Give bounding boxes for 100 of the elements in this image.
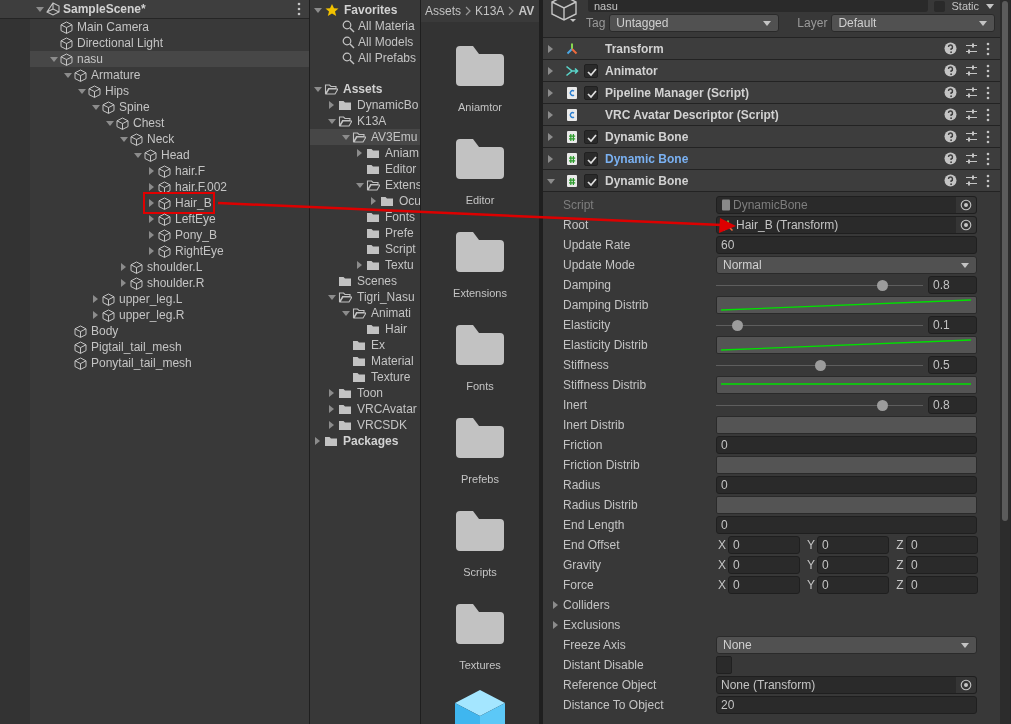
number-field[interactable]: 0 — [906, 576, 978, 594]
sliders-icon[interactable] — [965, 86, 978, 99]
number-field[interactable]: 0 — [728, 576, 800, 594]
favorite-item[interactable]: All Prefabs — [310, 50, 420, 66]
scrollbar-thumb[interactable] — [1002, 1, 1008, 521]
dropdown[interactable]: Default — [831, 13, 995, 32]
target-icon[interactable] — [960, 199, 972, 211]
tree-row[interactable]: Editor — [310, 161, 420, 177]
number-field[interactable]: 0 — [817, 556, 889, 574]
tree-row[interactable]: Scenes — [310, 273, 420, 289]
number-field[interactable]: 0 — [716, 516, 977, 534]
number-field[interactable]: 0 — [716, 476, 977, 494]
help-icon[interactable] — [944, 174, 957, 187]
tree-row[interactable]: Tigri_Nasu — [310, 289, 420, 305]
dropdown[interactable]: None — [716, 636, 977, 654]
tree-row[interactable]: Body — [30, 323, 309, 339]
help-icon[interactable] — [944, 86, 957, 99]
tree-row[interactable]: K13A — [310, 113, 420, 129]
number-field[interactable]: 0 — [817, 536, 889, 554]
name-field[interactable]: nasu — [588, 0, 929, 12]
sliders-icon[interactable] — [965, 64, 978, 77]
tree-row[interactable]: RightEye — [30, 243, 309, 259]
kebab-menu-icon[interactable] — [986, 63, 990, 78]
curve-field[interactable] — [716, 496, 977, 514]
tree-row[interactable]: Assets — [310, 81, 420, 97]
tree-row[interactable]: Packages — [310, 433, 420, 449]
favorite-item[interactable]: All Models — [310, 34, 420, 50]
folder-icon[interactable] — [455, 510, 505, 552]
tree-row[interactable]: Chest — [30, 115, 309, 131]
number-field[interactable]: 0 — [906, 556, 978, 574]
kebab-menu-icon[interactable] — [986, 129, 990, 144]
checkbox[interactable] — [584, 63, 598, 78]
tree-row[interactable]: Hair_B — [30, 195, 309, 211]
curve-field[interactable] — [716, 336, 977, 354]
tree-row[interactable]: Spine — [30, 99, 309, 115]
tree-row[interactable]: Ponytail_tail_mesh — [30, 355, 309, 371]
tree-row[interactable]: DynamicBo — [310, 97, 420, 113]
tree-row[interactable]: nasu — [30, 51, 309, 67]
tree-row[interactable]: Texture — [310, 369, 420, 385]
number-field[interactable]: 0 — [716, 436, 977, 454]
folder-icon[interactable] — [455, 231, 505, 273]
kebab-menu-icon[interactable] — [986, 107, 990, 122]
number-field[interactable]: 0.8 — [928, 396, 977, 414]
checkbox[interactable] — [716, 656, 732, 674]
tree-row[interactable]: upper_leg.R — [30, 307, 309, 323]
checkbox[interactable] — [584, 85, 598, 100]
sliders-icon[interactable] — [965, 130, 978, 143]
tree-row[interactable]: Hips — [30, 83, 309, 99]
help-icon[interactable] — [944, 42, 957, 55]
breadcrumb-link[interactable]: Assets — [425, 4, 461, 18]
slider-thumb[interactable] — [876, 400, 888, 411]
component-header[interactable]: Animator — [543, 60, 1000, 82]
tree-row[interactable]: Head — [30, 147, 309, 163]
kebab-menu-icon[interactable] — [986, 85, 990, 100]
curve-field[interactable] — [716, 456, 977, 474]
folder-icon[interactable] — [455, 417, 505, 459]
tree-row[interactable]: Textu — [310, 257, 420, 273]
folder-icon[interactable] — [455, 45, 505, 87]
tree-row[interactable]: hair.F.002 — [30, 179, 309, 195]
favorite-item[interactable]: All Materia — [310, 18, 420, 34]
kebab-menu-icon[interactable] — [986, 41, 990, 56]
tree-row[interactable]: Directional Light — [30, 35, 309, 51]
help-icon[interactable] — [944, 152, 957, 165]
kebab-menu-icon[interactable] — [986, 173, 990, 188]
object-cube-icon[interactable] — [551, 0, 579, 24]
folder-icon[interactable] — [455, 603, 505, 645]
number-field[interactable]: 0 — [728, 536, 800, 554]
checkbox[interactable] — [584, 151, 598, 166]
tree-row[interactable]: Ex — [310, 337, 420, 353]
number-field[interactable]: 0 — [817, 576, 889, 594]
checkbox[interactable] — [584, 129, 598, 144]
number-field[interactable]: 60 — [716, 236, 977, 254]
breadcrumb-link[interactable]: AV — [518, 4, 535, 18]
component-header[interactable]: Transform — [543, 38, 1000, 60]
tree-row[interactable]: Hair — [310, 321, 420, 337]
curve-field[interactable] — [716, 416, 977, 434]
tree-row[interactable]: Neck — [30, 131, 309, 147]
tree-row[interactable]: shoulder.L — [30, 259, 309, 275]
tree-row[interactable]: hair.F — [30, 163, 309, 179]
sliders-icon[interactable] — [965, 174, 978, 187]
tree-row[interactable]: Aniam — [310, 145, 420, 161]
tree-row[interactable]: Fonts — [310, 209, 420, 225]
component-header[interactable]: Dynamic Bone — [543, 148, 1000, 170]
number-field[interactable]: 0 — [906, 536, 978, 554]
kebab-menu-icon[interactable] — [986, 151, 990, 166]
tree-row[interactable]: Pony_B — [30, 227, 309, 243]
target-icon[interactable] — [960, 219, 972, 231]
curve-field[interactable] — [716, 376, 977, 394]
object-field[interactable]: None (Transform) — [716, 676, 977, 694]
number-field[interactable]: 0.8 — [928, 276, 977, 294]
slider-thumb[interactable] — [876, 280, 888, 291]
sliders-icon[interactable] — [965, 152, 978, 165]
tree-row[interactable]: upper_leg.L — [30, 291, 309, 307]
folder-icon[interactable] — [455, 324, 505, 366]
object-field[interactable]: Hair_B (Transform) — [716, 216, 977, 234]
slider-thumb[interactable] — [814, 360, 826, 371]
number-field[interactable]: 0.1 — [928, 316, 977, 334]
curve-field[interactable] — [716, 296, 977, 314]
checkbox[interactable] — [584, 173, 598, 188]
component-header[interactable]: Dynamic Bone — [543, 170, 1000, 192]
